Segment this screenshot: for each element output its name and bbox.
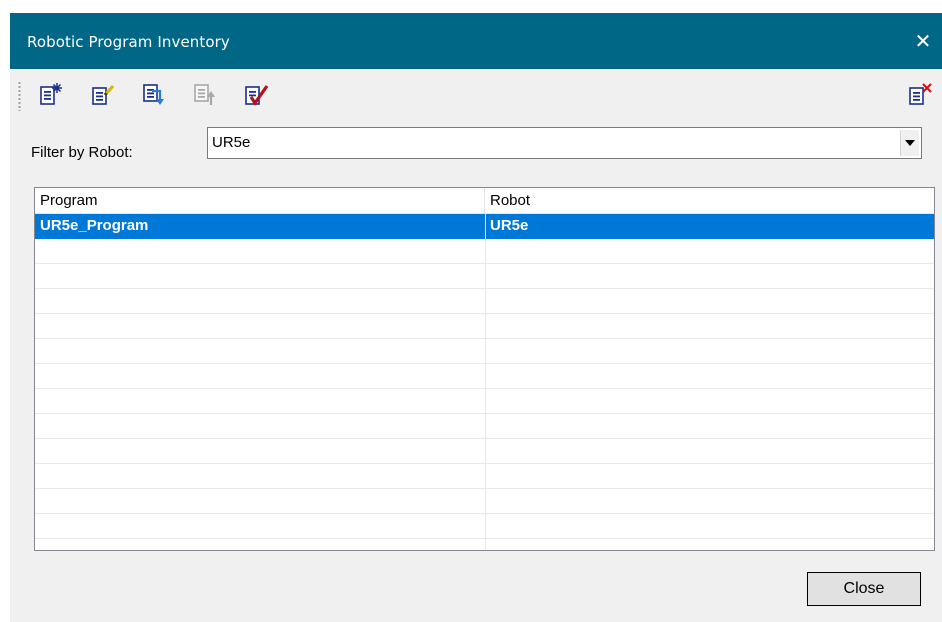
robot-filter-value: UR5e — [212, 134, 251, 151]
list-header: Program Robot — [35, 188, 934, 214]
column-header-program[interactable]: Program — [35, 188, 485, 213]
edit-program-icon[interactable] — [90, 82, 116, 108]
import-program-icon[interactable] — [141, 82, 167, 108]
program-inventory-dialog: Robotic Program Inventory ✕ Filter by Ro… — [10, 13, 942, 622]
title-bar: Robotic Program Inventory ✕ — [10, 13, 942, 69]
toolbar — [10, 69, 942, 123]
close-button[interactable]: Close — [807, 572, 921, 606]
robot-cell: UR5e — [490, 217, 529, 234]
window-title: Robotic Program Inventory — [27, 33, 230, 51]
program-cell: UR5e_Program — [40, 217, 149, 234]
filter-by-robot-label: Filter by Robot: — [31, 144, 133, 161]
export-program-icon[interactable] — [192, 82, 218, 108]
delete-program-icon[interactable] — [907, 82, 933, 108]
column-header-robot[interactable]: Robot — [485, 188, 934, 213]
robot-filter-select[interactable]: UR5e — [207, 127, 922, 159]
toolbar-grip[interactable] — [18, 81, 21, 111]
program-list[interactable]: Program Robot UR5e_Program UR5e — [34, 187, 935, 551]
check-program-icon[interactable] — [243, 82, 269, 108]
new-program-icon[interactable] — [38, 82, 64, 108]
dropdown-arrow-icon[interactable] — [900, 130, 919, 156]
window-close-icon[interactable]: ✕ — [914, 31, 932, 51]
column-separator — [485, 214, 486, 550]
